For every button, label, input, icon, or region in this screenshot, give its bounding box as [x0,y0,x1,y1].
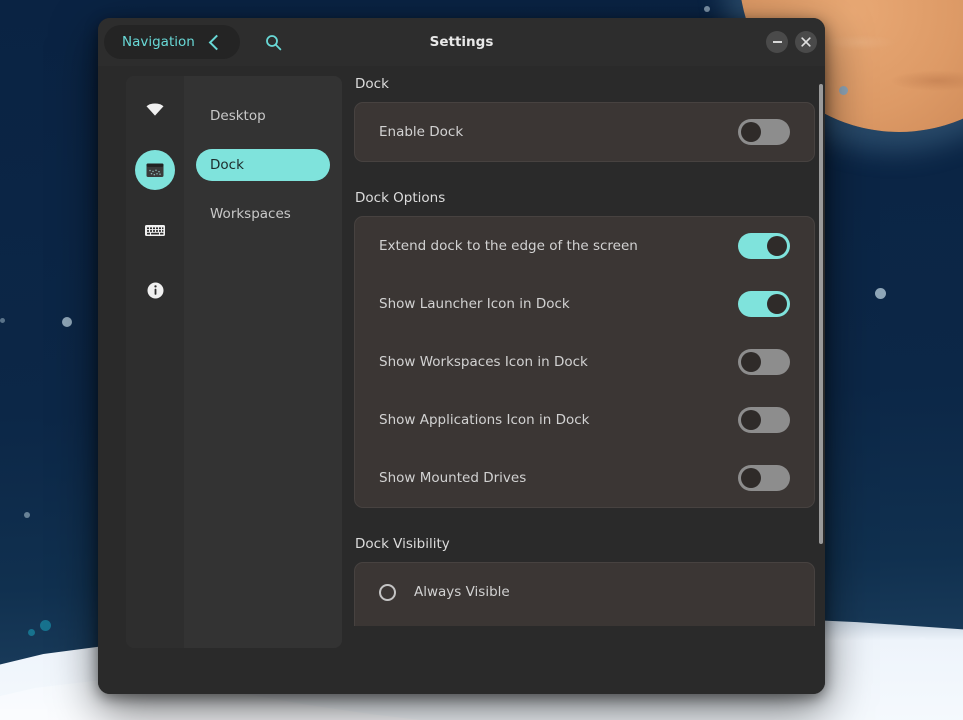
window-body: Desktop Dock Workspaces Dock [98,66,825,694]
setting-row-enable-dock: Enable Dock [355,103,814,161]
setting-label: Show Applications Icon in Dock [379,412,589,428]
star-dot [875,288,886,299]
sidebar-item-label: Desktop [210,108,266,124]
info-icon [146,281,165,300]
rail-item-keyboard[interactable] [135,210,175,250]
toggle-applications-icon[interactable] [738,407,790,433]
minimize-button[interactable] [766,31,788,53]
setting-row-applications-icon: Show Applications Icon in Dock [355,391,814,449]
content-scrollbar-thumb[interactable] [819,84,823,544]
close-icon [801,37,811,47]
rail-item-network[interactable] [135,90,175,130]
navigation-list: Desktop Dock Workspaces [184,76,342,648]
radio-label: Always Visible [414,584,510,600]
star-dot [839,86,848,95]
toggle-workspaces-icon[interactable] [738,349,790,375]
navigation-back-pill[interactable]: Navigation [104,25,240,59]
setting-label: Show Launcher Icon in Dock [379,296,570,312]
wifi-icon [145,102,165,118]
radio-row-always-hide[interactable]: Always hide Dock always hides unless act… [355,621,814,626]
radio-button[interactable] [379,584,396,601]
desktop-wallpaper: Navigation Settings [0,0,963,720]
toggle-extend-dock[interactable] [738,233,790,259]
settings-content-wrap: Dock Enable Dock Dock Options Extend doc… [354,76,825,694]
icon-rail [126,76,184,648]
navigation-panel: Desktop Dock Workspaces [126,76,342,648]
desktop-icon [145,162,165,179]
content-scrollbar-track[interactable] [818,84,824,686]
dock-visibility-card: Always Visible Always hide Dock always h… [354,562,815,626]
setting-row-mounted-drives: Show Mounted Drives [355,449,814,507]
settings-content: Dock Enable Dock Dock Options Extend doc… [354,76,815,626]
titlebar: Navigation Settings [98,18,825,66]
sidebar-item-desktop[interactable]: Desktop [196,100,330,132]
toggle-enable-dock[interactable] [738,119,790,145]
sidebar-item-label: Dock [210,157,244,173]
window-controls [766,31,817,53]
settings-window: Navigation Settings [98,18,825,694]
radio-texts: Always Visible [414,584,510,600]
toggle-knob [741,410,761,430]
section-header-dock-options: Dock Options [355,190,815,206]
search-button[interactable] [252,22,296,62]
toggle-knob [741,468,761,488]
bubble-dot [40,620,51,631]
dock-options-card: Extend dock to the edge of the screen Sh… [354,216,815,508]
star-dot [24,512,30,518]
setting-label: Show Workspaces Icon in Dock [379,354,588,370]
radio-row-always-visible[interactable]: Always Visible [355,563,814,621]
sidebar-item-workspaces[interactable]: Workspaces [196,198,330,230]
chevron-left-icon [209,34,225,50]
sidebar-item-label: Workspaces [210,206,291,222]
minimize-icon [773,41,782,43]
search-icon [265,34,282,51]
navigation-label: Navigation [122,34,195,50]
star-dot [704,6,710,12]
sidebar-item-dock[interactable]: Dock [196,149,330,181]
setting-label: Enable Dock [379,124,463,140]
setting-row-extend-dock: Extend dock to the edge of the screen [355,217,814,275]
star-dot [62,317,72,327]
bubble-dot [28,629,35,636]
rail-item-desktop[interactable] [135,150,175,190]
setting-label: Extend dock to the edge of the screen [379,238,638,254]
section-header-dock-visibility: Dock Visibility [355,536,815,552]
toggle-knob [767,294,787,314]
toggle-knob [767,236,787,256]
close-button[interactable] [795,31,817,53]
toggle-knob [741,352,761,372]
keyboard-icon [144,223,166,238]
setting-row-launcher-icon: Show Launcher Icon in Dock [355,275,814,333]
toggle-mounted-drives[interactable] [738,465,790,491]
section-header-dock: Dock [355,76,815,92]
star-dot [0,318,5,323]
setting-row-workspaces-icon: Show Workspaces Icon in Dock [355,333,814,391]
dock-card: Enable Dock [354,102,815,162]
toggle-launcher-icon[interactable] [738,291,790,317]
rail-item-about[interactable] [135,270,175,310]
toggle-knob [741,122,761,142]
setting-label: Show Mounted Drives [379,470,526,486]
